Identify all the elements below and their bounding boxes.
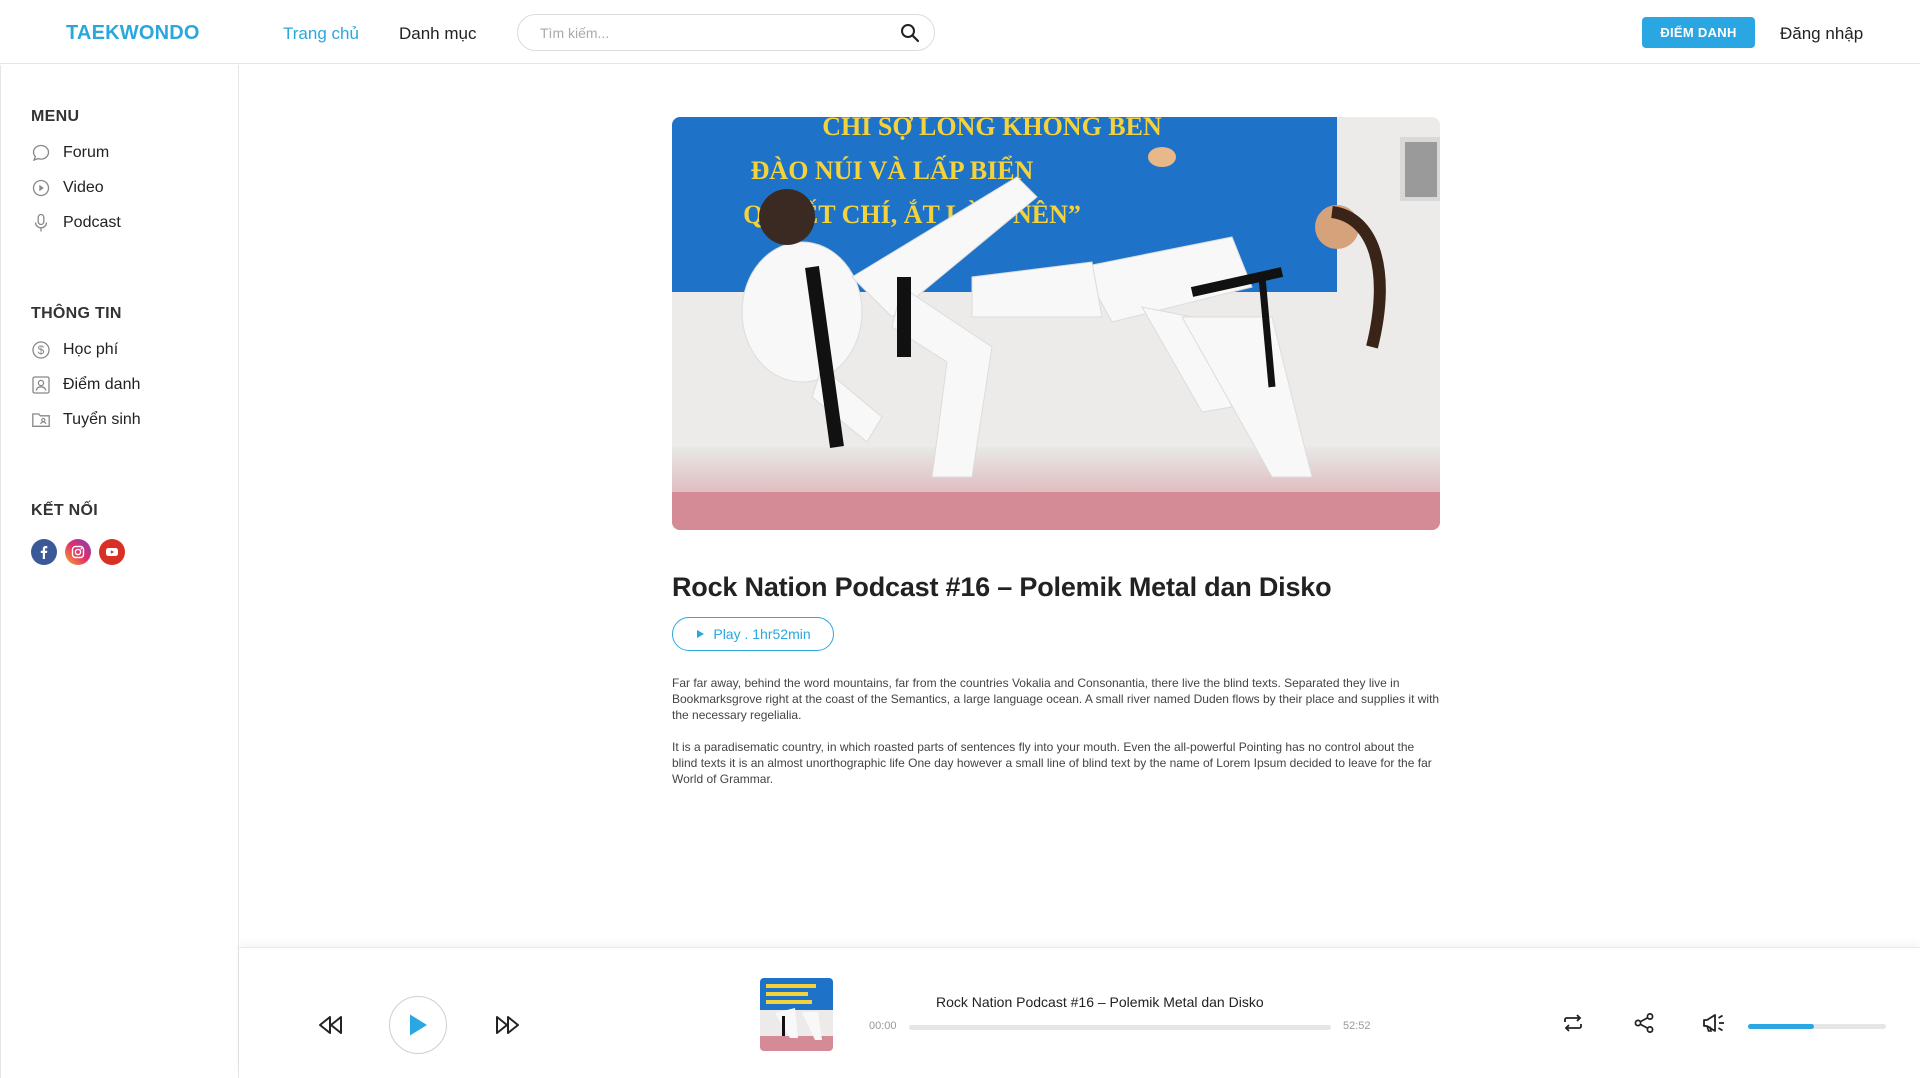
sidebar-item-tuition[interactable]: $ Học phí	[31, 338, 118, 362]
dollar-circle-icon: $	[31, 340, 51, 360]
nav-home-link[interactable]: Trang chủ	[283, 24, 359, 44]
search-icon[interactable]	[900, 23, 920, 43]
play-episode-label: Play . 1hr52min	[713, 626, 811, 642]
play-icon	[410, 1014, 427, 1036]
microphone-icon	[31, 213, 51, 233]
play-icon	[697, 630, 705, 638]
play-circle-icon	[31, 178, 51, 198]
player-total-time: 52:52	[1343, 1020, 1371, 1032]
post-title: Rock Nation Podcast #16 – Polemik Metal …	[672, 572, 1332, 602]
volume-slider[interactable]	[1748, 1024, 1886, 1029]
repeat-icon[interactable]	[1562, 1012, 1584, 1034]
sidebar-item-podcast[interactable]: Podcast	[31, 211, 121, 235]
audio-player-bar: Rock Nation Podcast #16 – Polemik Metal …	[239, 947, 1920, 1078]
sidebar-item-video[interactable]: Video	[31, 176, 104, 200]
banner-line-1: CHỈ SỢ LÒNG KHÔNG BỀN	[822, 117, 1162, 141]
menu-section-title: MENU	[31, 108, 80, 125]
nav-categories-link[interactable]: Danh mục	[399, 24, 476, 44]
search-bar	[517, 14, 935, 51]
sidebar-item-label: Tuyển sinh	[63, 411, 141, 428]
connect-section-title: KẾT NỐI	[31, 502, 98, 519]
facebook-icon[interactable]	[31, 539, 57, 565]
share-icon[interactable]	[1633, 1012, 1655, 1034]
login-link[interactable]: Đăng nhập	[1780, 24, 1863, 44]
top-header: TAEKWONDO Trang chủ Danh mục ĐIỂM DANH Đ…	[0, 0, 1920, 64]
sidebar-item-label: Học phí	[63, 341, 119, 358]
sidebar-item-label: Podcast	[63, 214, 121, 231]
svg-text:$: $	[38, 343, 45, 357]
player-current-time: 00:00	[869, 1020, 897, 1032]
info-section-title: THÔNG TIN	[31, 305, 122, 322]
sidebar-item-attendance[interactable]: Điểm danh	[31, 373, 140, 397]
youtube-icon[interactable]	[99, 539, 125, 565]
rewind-icon[interactable]	[318, 1013, 344, 1037]
player-play-button[interactable]	[389, 996, 447, 1054]
attendance-button[interactable]: ĐIỂM DANH	[1642, 17, 1755, 48]
track-thumbnail	[760, 978, 833, 1051]
fast-forward-icon[interactable]	[494, 1013, 520, 1037]
banner-line-2: ĐÀO NÚI VÀ LẤP BIỂN	[751, 156, 1034, 185]
player-progress-bar[interactable]	[909, 1025, 1331, 1030]
sidebar-item-label: Forum	[63, 144, 110, 161]
search-input[interactable]	[540, 23, 880, 43]
post-paragraph: Far far away, behind the word mountains,…	[672, 676, 1440, 722]
sidebar-item-label: Video	[63, 179, 104, 196]
volume-icon[interactable]	[1702, 1012, 1728, 1034]
sidebar-item-forum[interactable]: Forum	[31, 141, 109, 165]
sidebar: MENU Forum Video Podcast THÔNG TIN $ Học…	[0, 65, 239, 1078]
brand-logo[interactable]: TAEKWONDO	[66, 22, 200, 45]
sidebar-item-enrollment[interactable]: Tuyển sinh	[31, 408, 141, 432]
podcast-hero-image: CHỈ SỢ LÒNG KHÔNG BỀN ĐÀO NÚI VÀ LẤP BIỂ…	[672, 117, 1440, 530]
volume-slider-fill	[1748, 1024, 1815, 1029]
chat-bubble-icon	[31, 143, 51, 163]
player-track-title: Rock Nation Podcast #16 – Polemik Metal …	[936, 994, 1264, 1010]
instagram-icon[interactable]	[65, 539, 91, 565]
sidebar-item-label: Điểm danh	[63, 376, 141, 393]
play-episode-button[interactable]: Play . 1hr52min	[672, 617, 834, 651]
post-paragraph: It is a paradisematic country, in which …	[672, 740, 1432, 786]
folder-user-icon	[31, 410, 51, 430]
social-links	[31, 539, 125, 565]
id-card-icon	[31, 375, 51, 395]
